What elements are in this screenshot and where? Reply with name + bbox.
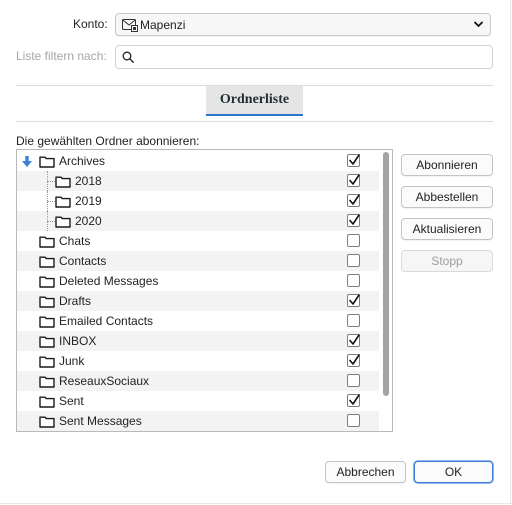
filter-label: Liste filtern nach: [16, 49, 107, 63]
stop-button[interactable]: Stopp [401, 250, 493, 272]
folder-row[interactable]: Contacts [17, 251, 379, 271]
folder-icon [55, 195, 71, 208]
subscribe-checkbox[interactable] [347, 314, 360, 327]
folder-row[interactable]: Sent [17, 391, 379, 411]
folder-name: Sent [59, 394, 84, 408]
folder-row[interactable]: Archives [17, 151, 379, 171]
account-label: Konto: [73, 17, 108, 31]
subscribe-checkbox[interactable] [347, 354, 360, 367]
folder-icon [39, 275, 55, 288]
subscribe-checkbox[interactable] [347, 174, 360, 187]
folder-name: Junk [59, 354, 85, 368]
tab-folder-list[interactable]: Ordnerliste [206, 86, 303, 116]
folder-name: Sent Messages [59, 414, 142, 428]
folder-row[interactable]: 2020 [17, 211, 379, 231]
cancel-button[interactable]: Abbrechen [325, 461, 406, 483]
folder-name: 2018 [75, 174, 102, 188]
subscribe-button[interactable]: Abonnieren [401, 154, 493, 176]
folder-icon [39, 395, 55, 408]
folder-name: 2019 [75, 194, 102, 208]
folder-name: 2020 [75, 214, 102, 228]
folder-icon [39, 335, 55, 348]
subscribe-checkbox[interactable] [347, 294, 360, 307]
filter-field[interactable] [115, 45, 493, 69]
folder-icon [39, 355, 55, 368]
subscribe-checkbox[interactable] [347, 154, 360, 167]
folder-icon [39, 235, 55, 248]
tree-scrollbar[interactable] [380, 151, 392, 430]
account-select[interactable]: Mapenzi [115, 13, 491, 36]
folder-row[interactable]: INBOX [17, 331, 379, 351]
folder-icon [55, 215, 71, 228]
folder-icon [39, 155, 55, 168]
folder-name: Deleted Messages [59, 274, 159, 288]
unsubscribe-button[interactable]: Abbestellen [401, 186, 493, 208]
subscribe-label: Die gewählten Ordner abonnieren: [16, 134, 200, 148]
folder-row[interactable]: 2019 [17, 191, 379, 211]
subscribe-checkbox[interactable] [347, 234, 360, 247]
folder-icon [39, 415, 55, 428]
tree-guide-branch [47, 201, 55, 203]
folder-name: ReseauxSociaux [59, 374, 150, 388]
mail-account-icon [122, 19, 138, 32]
folder-icon [39, 315, 55, 328]
folder-name: Emailed Contacts [59, 314, 154, 328]
folder-row[interactable]: Chats [17, 231, 379, 251]
window-edge-bottom [0, 503, 512, 504]
subscribe-checkbox[interactable] [347, 274, 360, 287]
search-icon [122, 51, 134, 63]
subscribe-checkbox[interactable] [347, 214, 360, 227]
folder-name: INBOX [59, 334, 97, 348]
folder-row[interactable]: Emailed Contacts [17, 311, 379, 331]
subscribe-checkbox[interactable] [347, 414, 360, 427]
subscribe-checkbox[interactable] [347, 194, 360, 207]
subscribe-checkbox[interactable] [347, 334, 360, 347]
folder-icon [55, 175, 71, 188]
folder-row[interactable]: ReseauxSociaux [17, 371, 379, 391]
filter-input[interactable] [140, 48, 484, 68]
folder-name: Contacts [59, 254, 107, 268]
folder-row[interactable]: Sent Messages [17, 411, 379, 431]
expand-arrow-icon[interactable] [22, 156, 32, 168]
folder-icon [39, 295, 55, 308]
divider-bottom [16, 121, 493, 122]
subscribe-checkbox[interactable] [347, 394, 360, 407]
folder-row[interactable]: Drafts [17, 291, 379, 311]
window-edge-right [510, 0, 511, 505]
ok-button[interactable]: OK [414, 461, 493, 483]
subscribe-checkbox[interactable] [347, 254, 360, 267]
account-name: Mapenzi [140, 18, 186, 32]
folder-row[interactable]: Junk [17, 351, 379, 371]
folder-row[interactable]: 2018 [17, 171, 379, 191]
folder-tree[interactable]: Archives 2018 2019 2020 Chats Contacts Deleted… [16, 149, 393, 432]
subscribe-checkbox[interactable] [347, 374, 360, 387]
scrollbar-thumb[interactable] [383, 152, 389, 396]
folder-name: Drafts [59, 294, 92, 308]
tree-guide-branch [47, 221, 55, 223]
chevron-down-icon [474, 21, 483, 27]
folder-icon [39, 255, 55, 268]
folder-row[interactable]: Deleted Messages [17, 271, 379, 291]
folder-name: Chats [59, 234, 91, 248]
folder-icon [39, 375, 55, 388]
tree-guide-branch [47, 181, 55, 183]
folder-name: Archives [59, 154, 106, 168]
refresh-button[interactable]: Aktualisieren [401, 218, 493, 240]
